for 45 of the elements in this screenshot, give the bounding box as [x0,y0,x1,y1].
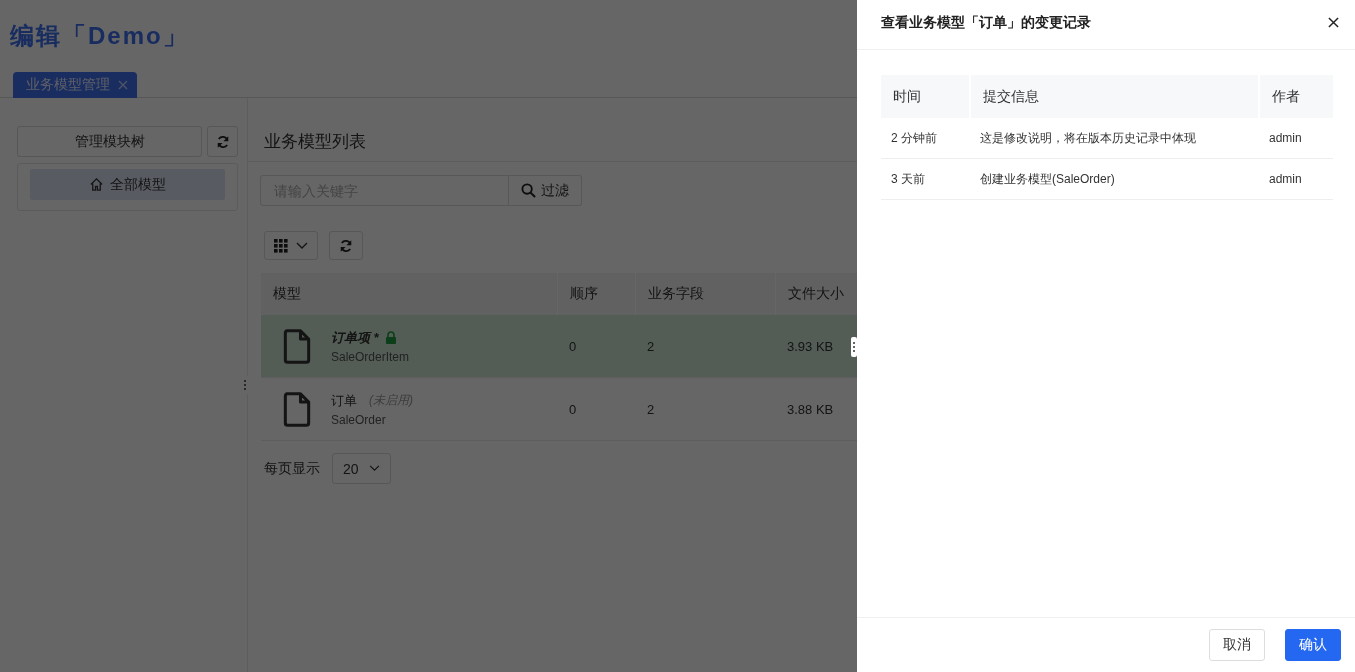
caret-icon [296,241,308,250]
close-button[interactable] [1326,15,1341,30]
column-header: 时间 [881,75,970,118]
view-mode-dropdown[interactable] [264,231,318,260]
model-code: SaleOrder [331,412,387,427]
file-icon [283,328,311,364]
grid-icon [274,238,288,253]
column-header: 提交信息 [970,75,1259,118]
cancel-button[interactable]: 取消 [1209,629,1265,661]
table-cell: 2 分钟前 [881,118,970,159]
table-cell: 2 [635,315,775,378]
table-cell: 0 [557,377,635,441]
filter-button[interactable]: 过滤 [509,175,582,206]
table-cell: 这是修改说明，将在版本历史记录中体现 [970,118,1259,159]
close-icon [118,80,128,90]
refresh-button[interactable] [207,126,238,157]
caret-icon [368,465,380,472]
table-cell: 3 天前 [881,158,970,200]
column-header: 顺序 [557,273,635,315]
drawer-title: 查看业务模型「订单」的变更记录 [881,13,1091,32]
search-icon [521,183,536,198]
page-title: 编辑「Demo」 [10,21,189,51]
table-cell: admin [1259,118,1333,159]
tree-item[interactable]: 全部模型 [30,169,225,200]
column-header: 业务字段 [635,273,775,315]
column-header: 作者 [1259,75,1333,118]
home-icon [89,177,104,192]
manage-tree-button[interactable]: 管理模块树 [17,126,202,157]
table-cell: 0 [557,315,635,378]
table-cell: 2 [635,377,775,441]
model-code: SaleOrderItem [331,349,410,364]
model-name: 订单项 * [331,328,379,347]
model-name: 订单 [331,391,357,410]
refresh-icon [215,134,230,149]
page-size-select[interactable]: 20 [332,453,391,484]
list-title: 业务模型列表 [264,132,366,151]
refresh-button[interactable] [329,231,363,260]
table-cell: admin [1259,158,1333,200]
column-header: 模型 [261,273,557,315]
confirm-button[interactable]: 确认 [1285,629,1341,661]
refresh-icon [339,238,353,253]
page-size-label: 每页显示 [264,459,320,478]
table-cell: 创建业务模型(SaleOrder) [970,158,1259,200]
file-icon [283,391,311,427]
close-icon [1328,17,1339,28]
